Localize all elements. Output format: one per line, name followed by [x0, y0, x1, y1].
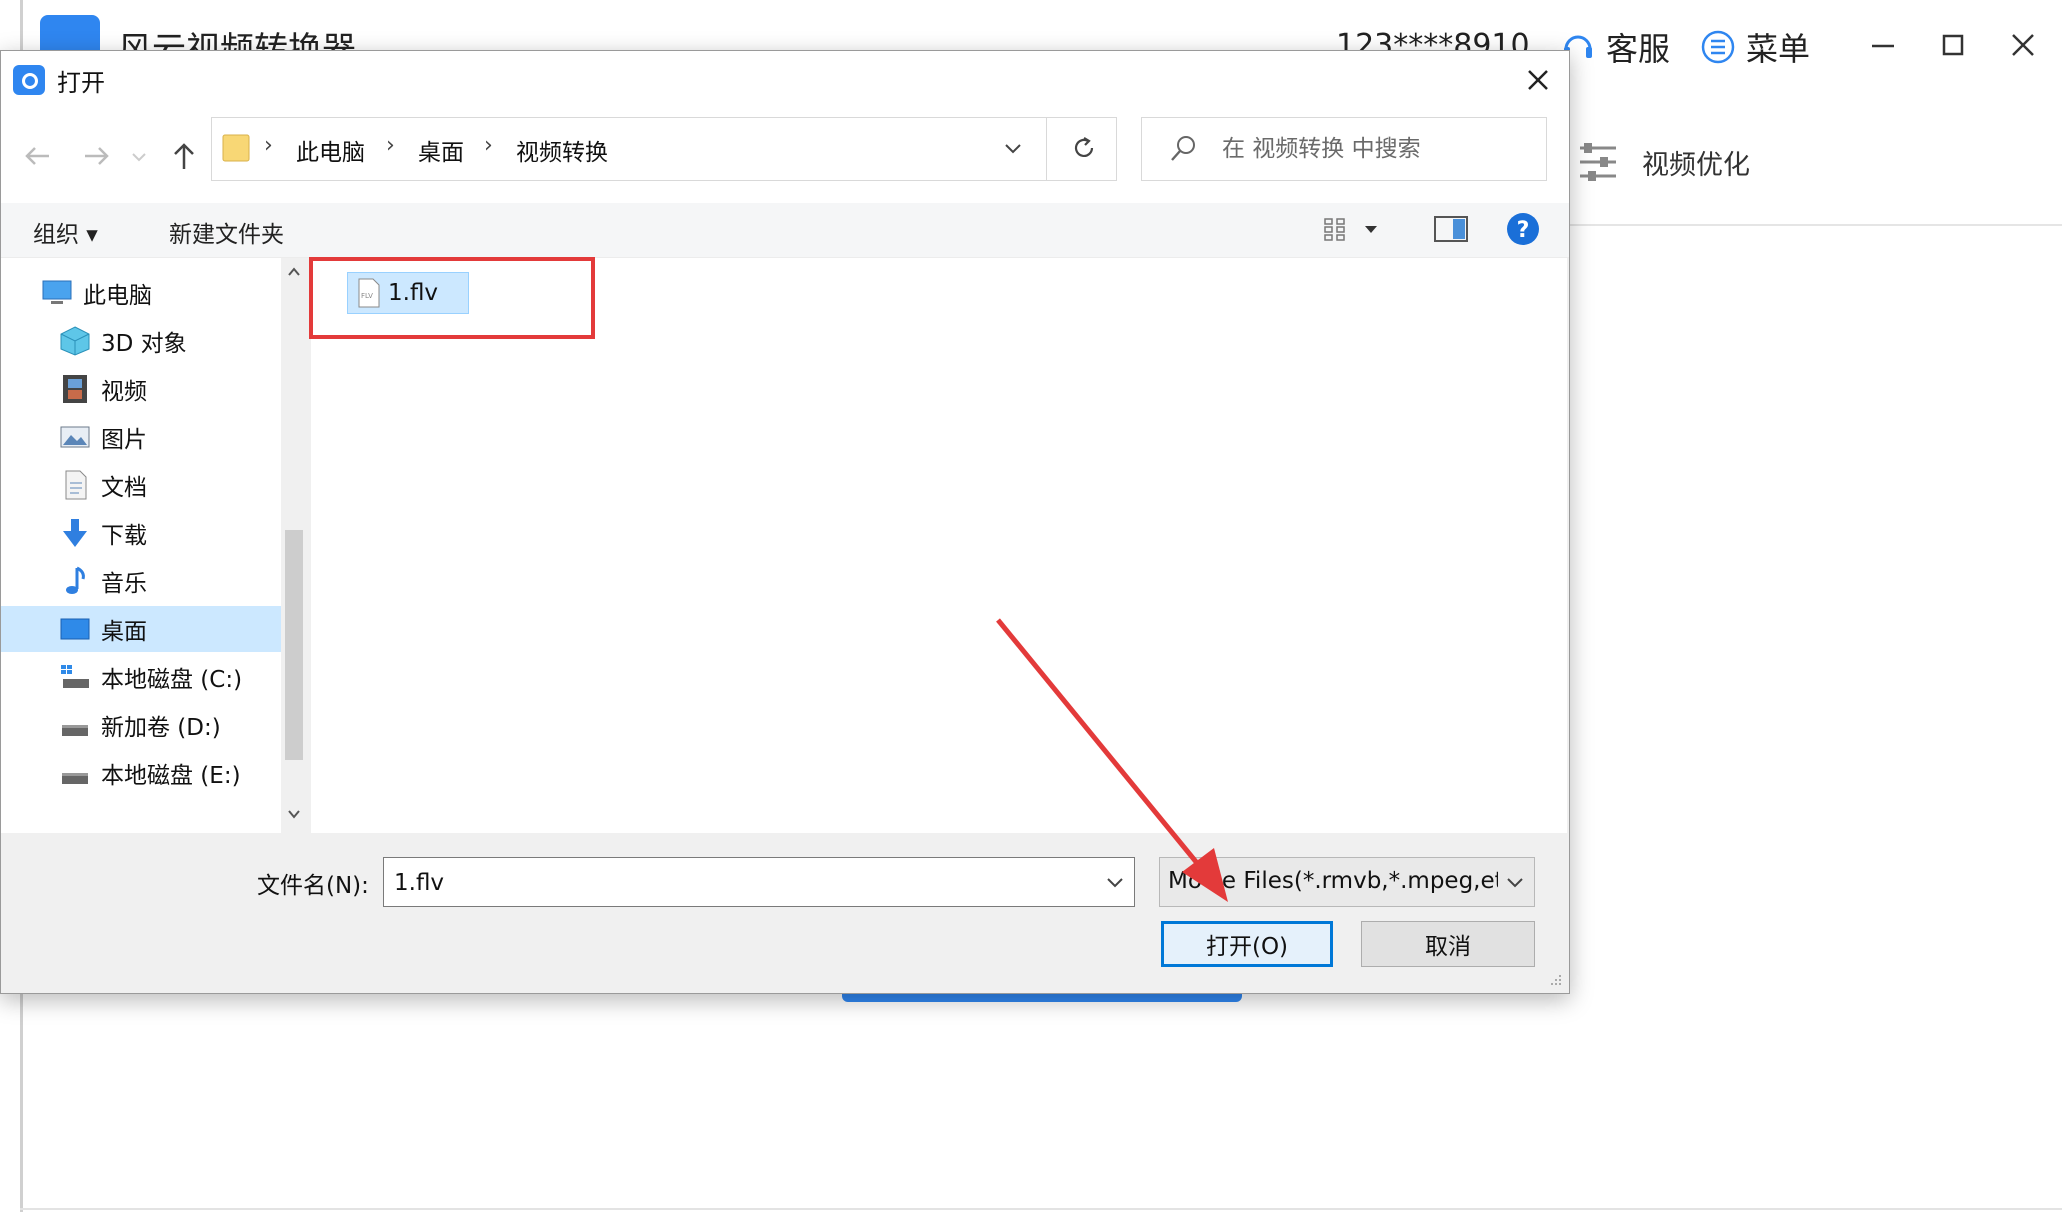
download-icon	[63, 519, 87, 547]
scroll-thumb[interactable]	[285, 530, 303, 760]
preview-pane-icon[interactable]	[1433, 213, 1469, 245]
organize-button[interactable]: 组织 ▾	[33, 215, 98, 249]
up-arrow-icon[interactable]	[167, 141, 201, 171]
cancel-button[interactable]: 取消	[1361, 921, 1535, 967]
file-list-pane: FLV 1.flv	[311, 258, 1567, 833]
search-icon	[1171, 136, 1195, 161]
desktop-icon	[60, 618, 90, 640]
filename-combobox[interactable]	[383, 857, 1135, 908]
filetype-value: Movie Files(*.rmvb,*.mpeg,etc)	[1168, 868, 1498, 894]
red-highlight-box	[309, 257, 595, 339]
drive-icon	[62, 773, 88, 784]
nav-item-drive-c[interactable]: 本地磁盘 (C:)	[1, 654, 307, 700]
breadcrumb-this-pc[interactable]: 此电脑	[296, 133, 365, 167]
command-toolbar: 组织 ▾ 新建文件夹 ?	[1, 203, 1569, 258]
document-icon	[65, 470, 87, 500]
resize-grip-icon[interactable]	[1547, 971, 1563, 987]
address-bar[interactable]: › 此电脑 › 桌面 › 视频转换	[211, 117, 1117, 181]
scroll-down-icon[interactable]	[286, 806, 302, 822]
filetype-select[interactable]: Movie Files(*.rmvb,*.mpeg,etc)	[1159, 857, 1535, 907]
drive-icon	[62, 725, 88, 736]
search-box[interactable]	[1141, 117, 1547, 181]
menu-label: 菜单	[1746, 30, 1811, 68]
dialog-title: 打开	[57, 69, 105, 97]
nav-item-this-pc[interactable]: 此电脑	[1, 270, 307, 316]
chevron-down-icon[interactable]	[1504, 872, 1526, 894]
filename-input[interactable]	[392, 858, 1086, 908]
nav-item-desktop[interactable]: 桌面	[1, 606, 307, 652]
film-icon	[63, 375, 87, 403]
service-label: 客服	[1606, 30, 1671, 68]
nav-item-3d-objects[interactable]: 3D 对象	[1, 318, 307, 364]
maximize-icon[interactable]	[1938, 30, 1968, 60]
chevron-down-icon[interactable]	[1002, 138, 1024, 160]
menu-button[interactable]: 菜单	[1700, 24, 1810, 70]
close-icon[interactable]	[1521, 63, 1555, 97]
navigation-bar: › 此电脑 › 桌面 › 视频转换	[1, 107, 1569, 203]
computer-icon	[42, 280, 72, 304]
music-icon	[66, 566, 85, 594]
refresh-icon[interactable]	[1070, 134, 1098, 162]
view-options-icon[interactable]	[1323, 215, 1383, 245]
nav-item-pictures[interactable]: 图片	[1, 414, 307, 460]
list-menu-icon	[1701, 30, 1735, 64]
breadcrumb-desktop[interactable]: 桌面	[418, 133, 464, 167]
filename-label: 文件名(N):	[257, 873, 369, 899]
dialog-titlebar: 打开	[1, 51, 1569, 107]
optimize-label: 视频优化	[1642, 149, 1750, 181]
breadcrumb-video-convert[interactable]: 视频转换	[516, 133, 608, 167]
back-arrow-icon[interactable]	[21, 141, 55, 171]
picture-icon	[60, 426, 90, 448]
chevron-down-icon[interactable]	[1104, 872, 1126, 894]
nav-scrollbar[interactable]	[281, 258, 307, 833]
forward-arrow-icon[interactable]	[79, 141, 113, 171]
nav-item-drive-e[interactable]: 本地磁盘 (E:)	[1, 750, 307, 796]
video-optimize-tab[interactable]: 视频优化	[1576, 138, 1750, 186]
cube-icon	[60, 326, 90, 356]
service-button[interactable]: 客服	[1560, 24, 1670, 70]
nav-item-documents[interactable]: 文档	[1, 462, 307, 508]
nav-item-downloads[interactable]: 下载	[1, 510, 307, 556]
nav-item-videos[interactable]: 视频	[1, 366, 307, 412]
recent-dropdown-icon[interactable]	[129, 141, 149, 171]
minimize-icon[interactable]	[1868, 30, 1898, 60]
nav-item-drive-d[interactable]: 新加卷 (D:)	[1, 702, 307, 748]
sliders-icon	[1580, 143, 1616, 181]
svg-text:?: ?	[1517, 218, 1530, 243]
app-small-icon	[13, 65, 45, 95]
drive-icon	[61, 665, 89, 688]
open-button[interactable]: 打开(O)	[1161, 921, 1333, 967]
app-bottom-border	[20, 1208, 2062, 1210]
app-header-divider	[1570, 224, 2062, 226]
scroll-up-icon[interactable]	[286, 264, 302, 280]
folder-icon	[222, 134, 250, 162]
help-icon[interactable]: ?	[1505, 211, 1541, 247]
nav-item-music[interactable]: 音乐	[1, 558, 307, 604]
close-app-icon[interactable]	[2008, 30, 2038, 60]
open-file-dialog: 打开 › 此电脑 › 桌面 › 视频转换 组织 ▾ 新建文件夹	[0, 50, 1570, 994]
new-folder-button[interactable]: 新建文件夹	[169, 215, 284, 249]
search-input[interactable]	[1220, 118, 1534, 180]
navigation-pane: 此电脑 3D 对象 视频 图片 文档 下载 音乐 桌面 本地磁盘 (C:) 新加…	[1, 258, 307, 833]
